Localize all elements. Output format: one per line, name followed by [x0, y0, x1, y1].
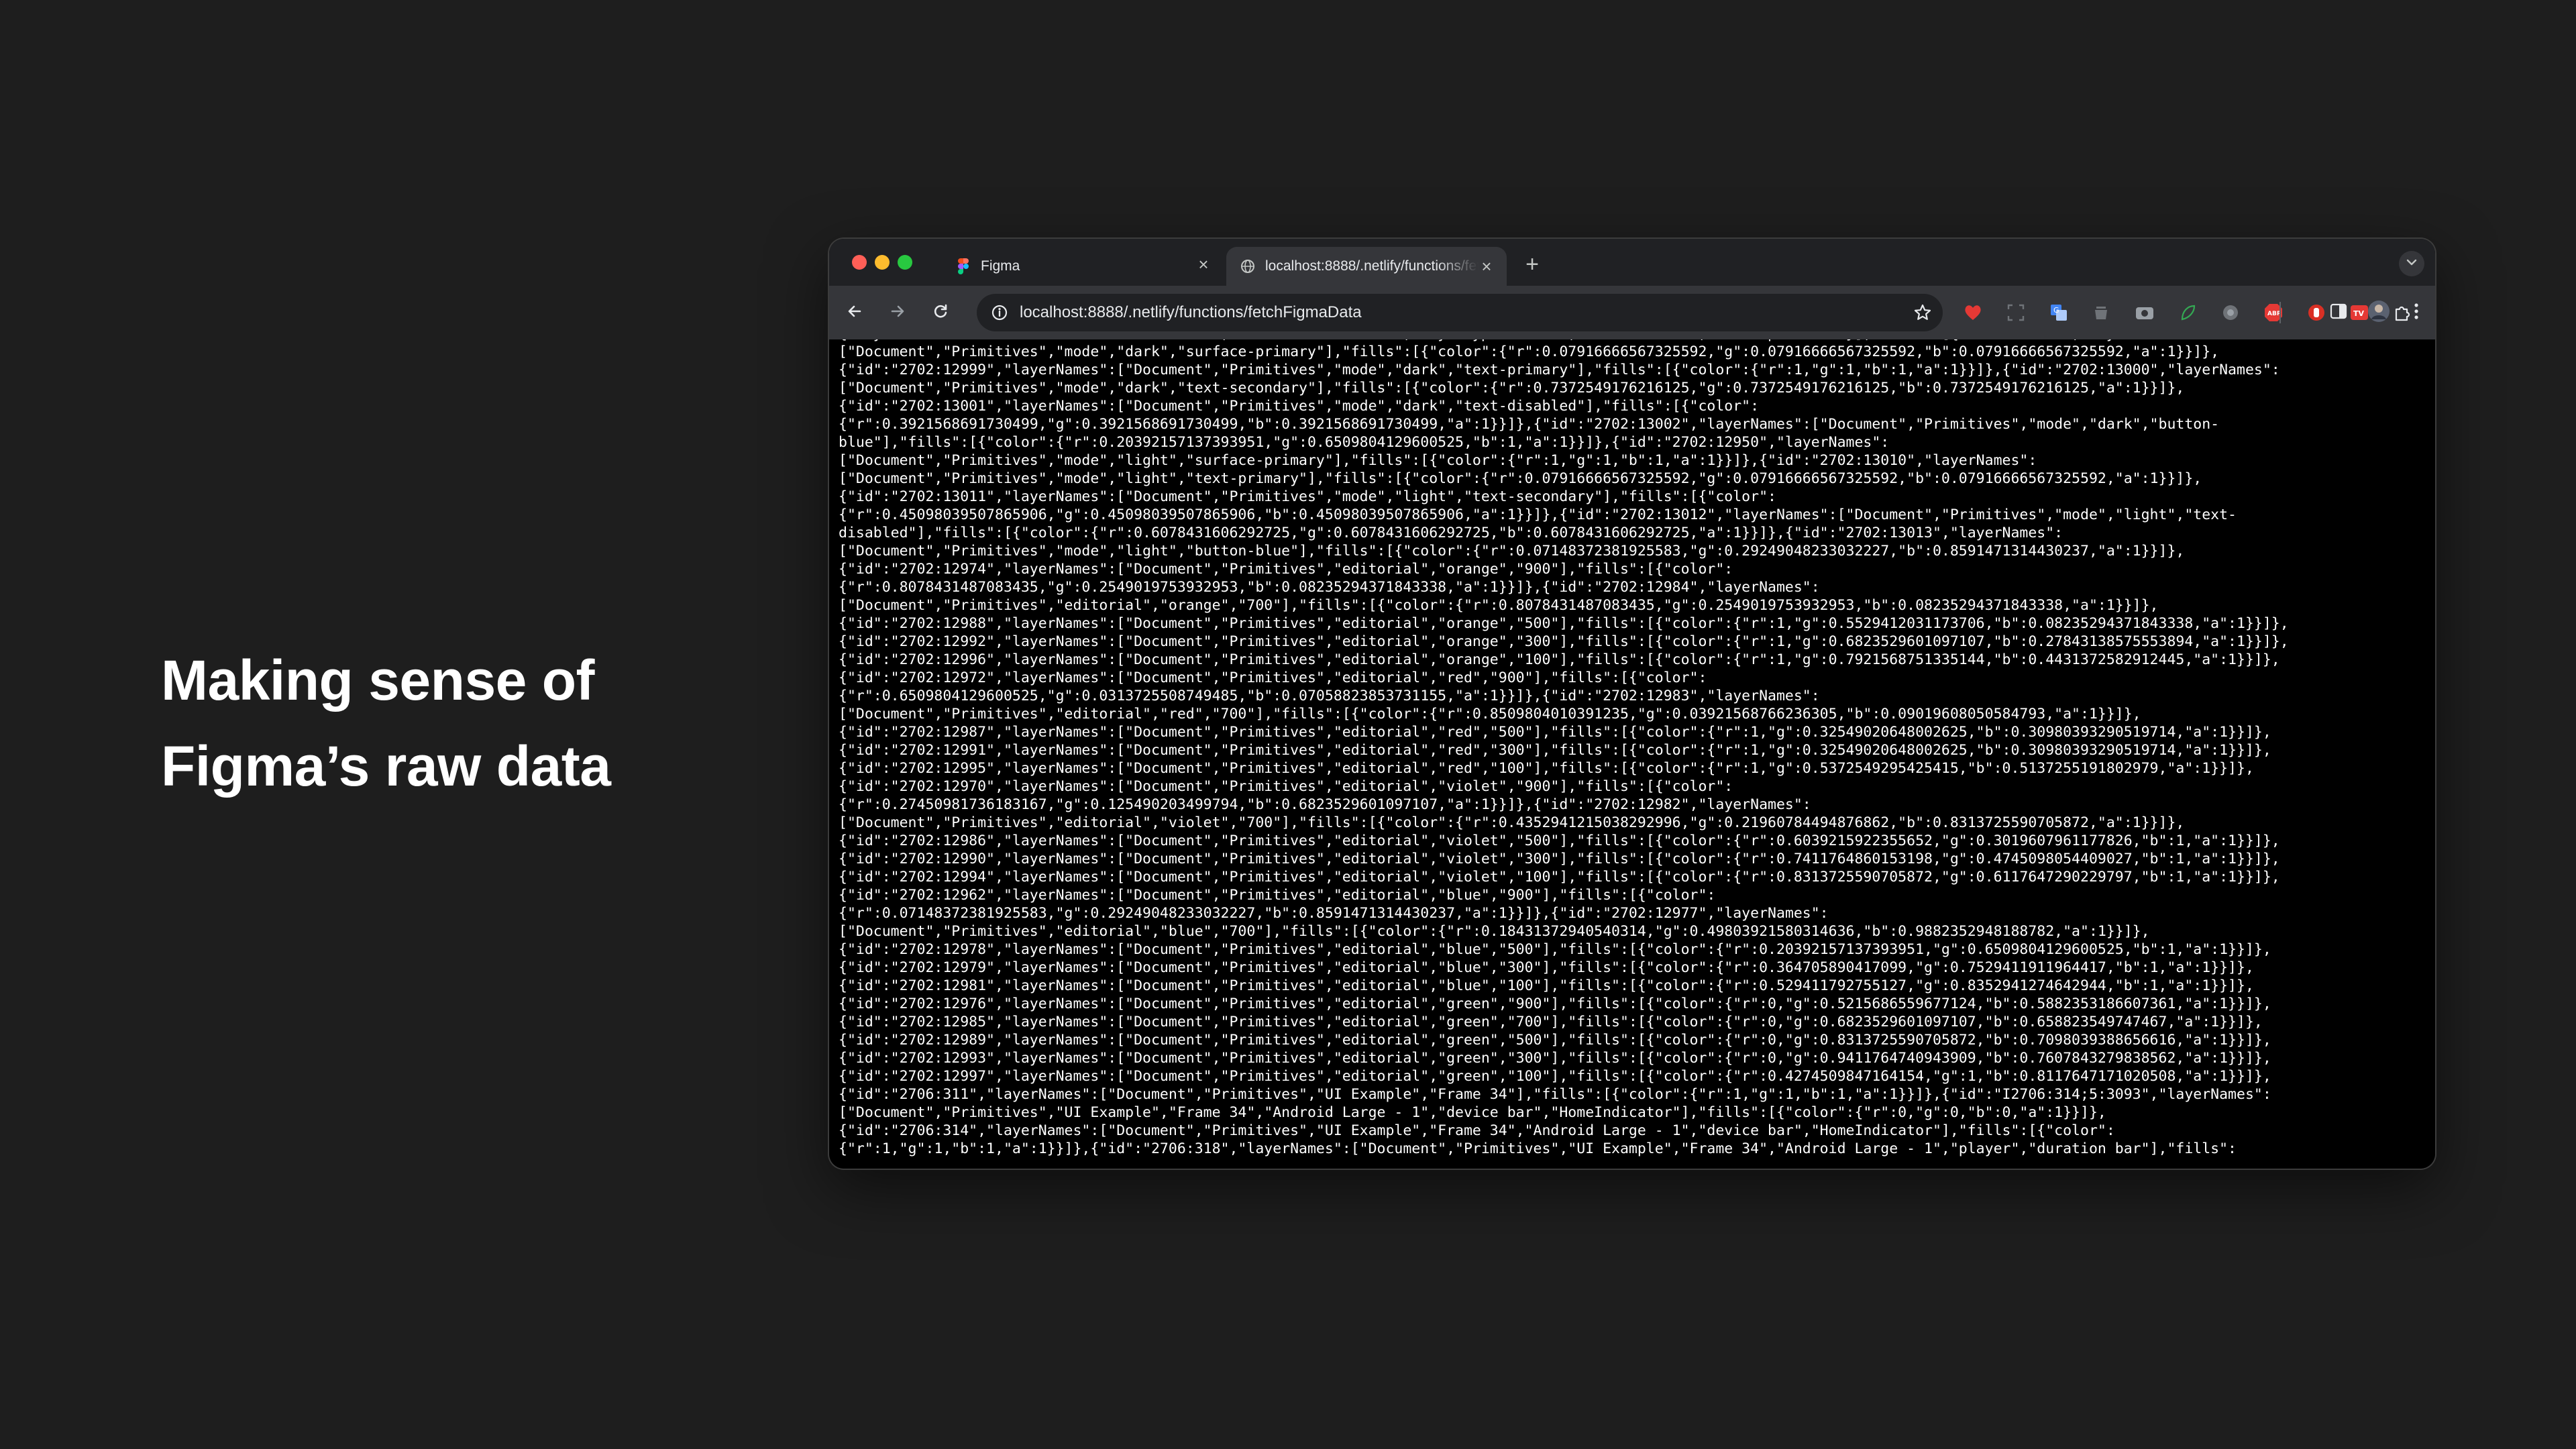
reload-icon — [932, 303, 949, 323]
json-line: disabled"],"fills":[{"color":{"r":0.6078… — [839, 525, 2063, 541]
headline-line-2: Figma’s raw data — [161, 735, 611, 798]
site-info-icon[interactable] — [990, 303, 1009, 322]
window-zoom-button[interactable] — [898, 255, 912, 270]
json-line: {"r":1,"g":1,"b":1,"a":1}}]},{"id":"2706… — [839, 1140, 2237, 1157]
json-line: {"r":0.07148372381925583,"g":0.292490482… — [839, 905, 1829, 922]
tab-title: localhost:8888/.netlify/functions/fetchF… — [1265, 258, 1479, 274]
json-line: ["Document","Primitives","mode","light",… — [839, 543, 2185, 559]
raw-json-response[interactable]: {"key":"c652848785d8b2b29cde8c83de424804… — [839, 339, 2428, 1158]
figma-logo-icon — [955, 258, 971, 274]
back-button[interactable] — [843, 301, 867, 325]
svg-text:TV: TV — [2353, 309, 2365, 318]
translate-extension-icon[interactable]: G — [2049, 303, 2069, 323]
json-line: {"id":"2702:12996","layerNames":["Docume… — [839, 651, 2280, 668]
json-line: {"id":"2702:12991","layerNames":["Docume… — [839, 742, 2271, 759]
json-line: {"id":"2702:12972","layerNames":["Docume… — [839, 669, 1707, 686]
window-close-button[interactable] — [852, 255, 867, 270]
json-line: {"id":"2706:314","layerNames":["Document… — [839, 1122, 2115, 1139]
json-line: ["Document","Primitives","mode","dark","… — [839, 343, 2220, 360]
address-url[interactable]: localhost:8888/.netlify/functions/fetchF… — [1020, 303, 1362, 322]
address-bar[interactable]: localhost:8888/.netlify/functions/fetchF… — [977, 294, 1943, 331]
browser-toolbar: localhost:8888/.netlify/functions/fetchF… — [829, 286, 2435, 339]
json-line: {"id":"2702:12979","layerNames":["Docume… — [839, 959, 2254, 976]
reload-button[interactable] — [928, 301, 953, 325]
slide: Making sense of Figma’s raw data Figma l… — [0, 0, 2576, 1449]
bookmark-star-icon[interactable] — [1913, 303, 1932, 322]
json-line: {"id":"2706:311","layerNames":["Document… — [839, 1086, 2271, 1103]
json-line: {"id":"2702:12985","layerNames":["Docume… — [839, 1014, 2263, 1030]
json-line: {"id":"2702:12962","layerNames":["Docume… — [839, 887, 1716, 904]
json-line: ["Document","Primitives","UI Example","F… — [839, 1104, 2106, 1121]
close-tab-icon[interactable]: × — [1195, 256, 1212, 273]
json-line: ["Document","Primitives","mode","light",… — [839, 452, 2037, 469]
grey-circle-extension-icon[interactable] — [2220, 303, 2241, 323]
page-content[interactable]: {"key":"c652848785d8b2b29cde8c83de424804… — [829, 339, 2435, 1169]
json-line: blue"],"fills":[{"color":{"r":0.20392157… — [839, 434, 1890, 451]
json-line: ["Document","Primitives","editorial","vi… — [839, 814, 2185, 831]
side-panel-button[interactable] — [2328, 302, 2349, 323]
json-line: {"id":"2702:12987","layerNames":["Docume… — [839, 724, 2271, 741]
json-line: ["Document","Primitives","mode","light",… — [839, 470, 2202, 487]
tab-search-button[interactable] — [2399, 251, 2424, 276]
json-line: {"id":"2702:12994","layerNames":["Docume… — [839, 869, 2280, 885]
json-line: {"id":"2702:12990","layerNames":["Docume… — [839, 851, 2280, 867]
json-line: {"id":"2702:12989","layerNames":["Docume… — [839, 1032, 2271, 1049]
tab-localhost[interactable]: localhost:8888/.netlify/functions/fetchF… — [1226, 247, 1507, 286]
json-line: {"id":"2702:12978","layerNames":["Docume… — [839, 941, 2271, 958]
close-tab-icon[interactable]: × — [1479, 258, 1495, 275]
json-line: ["Document","Primitives","mode","dark","… — [839, 380, 2185, 396]
json-line: {"r":0.8078431487083435,"g":0.2549019753… — [839, 579, 1820, 596]
heart-extension-icon[interactable] — [1963, 303, 1983, 323]
json-line: {"id":"2702:12999","layerNames":["Docume… — [839, 362, 2280, 378]
json-line: {"id":"2702:12988","layerNames":["Docume… — [839, 615, 2289, 632]
tv-extension-icon[interactable]: TV — [2349, 303, 2369, 323]
json-line: {"id":"2702:12974","layerNames":["Docume… — [839, 561, 1733, 578]
slide-headline: Making sense of Figma’s raw data — [161, 637, 765, 809]
kebab-menu-icon — [2414, 302, 2419, 324]
json-line: {"r":0.27450981736183167,"g":0.125490203… — [839, 796, 1811, 813]
json-line: {"id":"2702:12992","layerNames":["Docume… — [839, 633, 2289, 650]
json-line: {"r":0.6509804129600525,"g":0.0313725508… — [839, 688, 1820, 704]
json-line: {"id":"2702:12997","layerNames":["Docume… — [839, 1068, 2271, 1085]
screenshot-extension-icon[interactable] — [2006, 303, 2026, 323]
json-line: {"id":"2702:12993","layerNames":["Docume… — [839, 1050, 2271, 1067]
chevron-down-icon — [2406, 258, 2418, 270]
globe-icon — [1240, 258, 1256, 274]
cup-extension-icon[interactable] — [2092, 303, 2112, 323]
json-line: {"id":"2702:12981","layerNames":["Docume… — [839, 977, 2254, 994]
tab-strip: Figma localhost:8888/.netlify/functions/… — [829, 239, 2435, 286]
toolbar-divider — [2279, 302, 2281, 323]
side-panel-icon — [2329, 303, 2348, 323]
json-line: {"id":"2702:12970","layerNames":["Docume… — [839, 778, 1733, 795]
json-line: {"id":"2702:12986","layerNames":["Docume… — [839, 833, 2280, 849]
json-line: ["Document","Primitives","editorial","or… — [839, 597, 2159, 614]
headline-line-1: Making sense of — [161, 649, 595, 712]
forward-button[interactable] — [885, 301, 910, 325]
json-line: {"r":0.3921568691730499,"g":0.3921568691… — [839, 416, 2220, 433]
camera-extension-icon[interactable] — [2135, 303, 2155, 323]
profile-avatar[interactable] — [2367, 300, 2390, 326]
json-line: {"id":"2702:12995","layerNames":["Docume… — [839, 760, 2254, 777]
json-line: {"key":"c652848785d8b2b29cde8c83de424804… — [839, 339, 2193, 342]
svg-text:G: G — [2053, 306, 2059, 315]
json-line: {"r":0.45098039507865906,"g":0.450980395… — [839, 506, 2237, 523]
json-line: ["Document","Primitives","editorial","re… — [839, 706, 2141, 722]
window-minimize-button[interactable] — [875, 255, 890, 270]
json-line: {"id":"2702:13001","layerNames":["Docume… — [839, 398, 1760, 415]
arrow-left-icon — [846, 303, 863, 323]
new-tab-button[interactable]: + — [1520, 252, 1544, 276]
json-line: ["Document","Primitives","editorial","bl… — [839, 923, 2150, 940]
browser-menu-button[interactable] — [2406, 302, 2427, 323]
avatar-icon — [2367, 300, 2390, 326]
json-line: {"id":"2702:12976","layerNames":["Docume… — [839, 996, 2271, 1012]
browser-window: Figma localhost:8888/.netlify/functions/… — [829, 239, 2435, 1169]
hand-extension-icon[interactable] — [2306, 303, 2326, 323]
arrow-right-icon — [889, 303, 906, 323]
leaf-extension-icon[interactable] — [2178, 303, 2198, 323]
json-line: {"id":"2702:13011","layerNames":["Docume… — [839, 488, 1776, 505]
extensions-area: G ABP TV — [1963, 294, 2435, 331]
